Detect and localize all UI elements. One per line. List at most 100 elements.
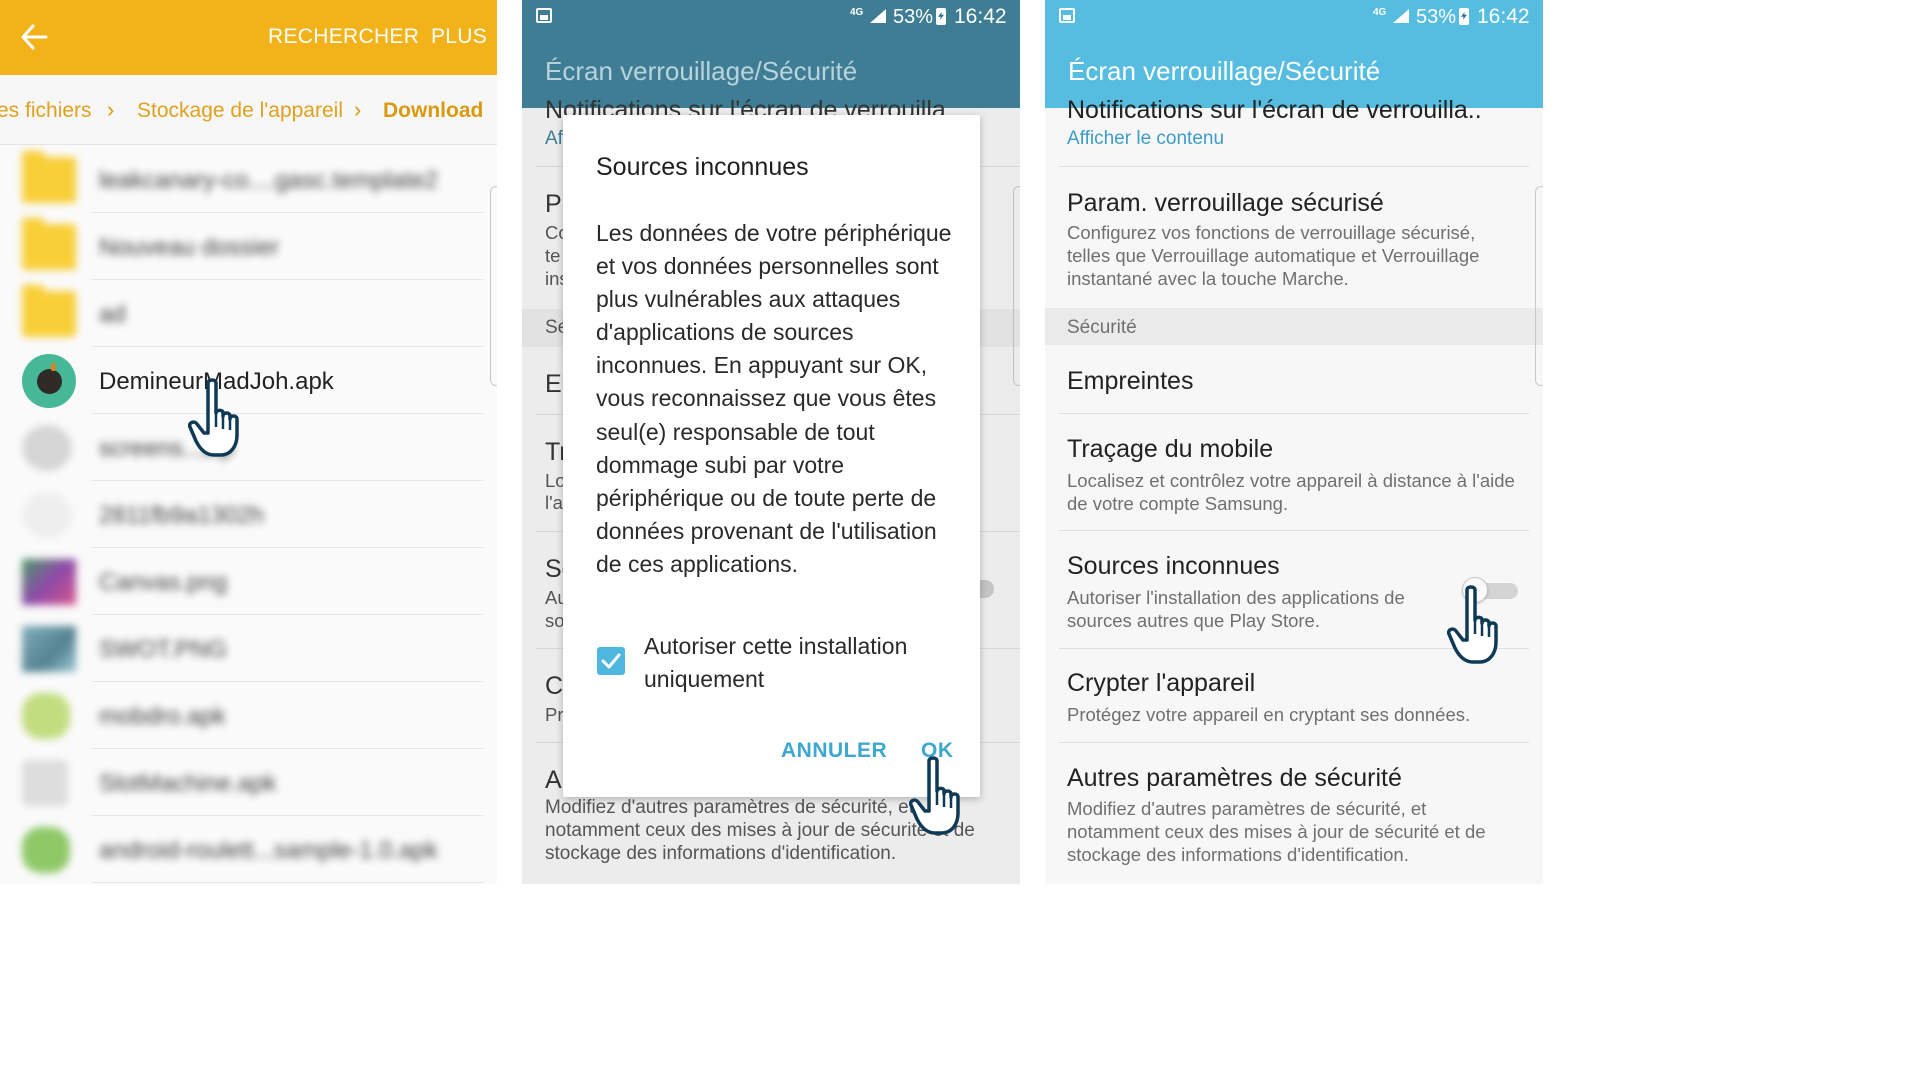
- chevron-right-icon: ›: [354, 97, 362, 122]
- page-title: Écran verrouillage/Sécurité: [1068, 56, 1381, 86]
- settings-panel: 4G 53% 16:42 Écran verrouillage/Sécurité…: [1045, 0, 1543, 884]
- setting-title: Sources inconnues: [1067, 552, 1280, 580]
- network-type: 4G: [1373, 7, 1387, 18]
- setting-title: Crypter l'appareil: [1067, 669, 1256, 697]
- list-item[interactable]: android-roulett...sample-1.0.apk: [0, 816, 483, 883]
- bomb-app-icon: [22, 354, 76, 408]
- unknown-sources-dialog: Sources inconnues Les données de votre p…: [563, 115, 980, 797]
- list-item[interactable]: ad: [0, 280, 483, 347]
- app-bar: 4G 53% 16:42 Écran verrouillage/Sécurité: [522, 0, 1020, 108]
- file-name: Canvas.png: [99, 569, 228, 596]
- scrollbar[interactable]: [1013, 186, 1020, 386]
- app-bar: 4G 53% 16:42 Écran verrouillage/Sécurité: [1045, 0, 1543, 108]
- chevron-right-icon: ›: [107, 97, 115, 122]
- section-header: Sécurité: [1045, 308, 1543, 345]
- file-icon: [22, 492, 72, 538]
- setting-fingerprints[interactable]: Empreintes: [1045, 345, 1543, 413]
- setting-subtitle: te: [545, 245, 561, 266]
- back-arrow-icon[interactable]: [18, 20, 50, 54]
- checkmark-icon: [601, 653, 621, 669]
- list-item[interactable]: mobdro.apk: [0, 682, 483, 749]
- setting-other-security[interactable]: Autres paramètres de sécurité Modifiez d…: [1045, 743, 1543, 884]
- battery-charging-icon: [936, 8, 946, 25]
- setting-subtitle: Autoriser l'installation des application…: [1067, 587, 1405, 631]
- archive-file-icon: [22, 425, 72, 471]
- list-item[interactable]: Nouveau dossier: [0, 213, 483, 280]
- file-name: 2811fb9a1302h: [99, 502, 265, 529]
- allow-once-checkbox[interactable]: [597, 647, 625, 675]
- list-item[interactable]: SlotMachine.apk: [0, 749, 483, 816]
- setting-find-my-mobile[interactable]: Traçage du mobile Localisez et contrôlez…: [1045, 414, 1543, 530]
- setting-title: Traçage du mobile: [1067, 435, 1274, 463]
- folder-icon: [22, 218, 76, 270]
- page-title: Écran verrouillage/Sécurité: [545, 56, 858, 86]
- dialog-message: Les données de votre périphérique et vos…: [596, 220, 952, 577]
- breadcrumb-item-download[interactable]: Download: [383, 99, 483, 123]
- status-bar: 4G 53% 16:42: [522, 0, 1020, 32]
- signal-icon: [1393, 9, 1409, 23]
- file-name: Nouveau dossier: [99, 234, 280, 261]
- pointing-hand-cursor-icon: [188, 377, 258, 459]
- clock: 16:42: [1477, 5, 1530, 28]
- setting-lockscreen-notifications[interactable]: Notifications sur l'écran de verrouilla.…: [1045, 96, 1543, 166]
- apk-file-icon: [22, 760, 68, 806]
- file-manager-header: RECHERCHER PLUS: [0, 0, 497, 75]
- scrollbar[interactable]: [1535, 186, 1543, 386]
- android-apk-icon: [22, 693, 70, 739]
- setting-title: Autres paramètres de sécurité: [1067, 764, 1402, 792]
- breadcrumb-item-my-files[interactable]: es fichiers: [0, 99, 92, 123]
- breadcrumb: es fichiers › Stockage de l'appareil › D…: [0, 75, 497, 145]
- status-bar: 4G 53% 16:42: [1045, 0, 1543, 32]
- cancel-button[interactable]: ANNULER: [781, 739, 887, 763]
- file-name: leakcanary-co....gasc.template2: [99, 167, 438, 194]
- file-name: mobdro.apk: [99, 703, 226, 730]
- setting-title: P: [545, 190, 562, 218]
- battery-charging-icon: [1459, 8, 1469, 25]
- image-notification-icon: [536, 8, 552, 23]
- list-item[interactable]: leakcanary-co....gasc.template2: [0, 146, 483, 213]
- image-thumbnail-icon: [22, 559, 76, 605]
- setting-subtitle: Pr: [545, 704, 564, 725]
- dialog-panel: 4G 53% 16:42 Écran verrouillage/Sécurité…: [522, 0, 1020, 884]
- battery-percent: 53%: [893, 6, 934, 28]
- image-notification-icon: [1059, 8, 1075, 23]
- signal-icon: [870, 9, 886, 23]
- setting-subtitle: so: [545, 610, 565, 631]
- file-name: SlotMachine.apk: [99, 770, 277, 797]
- scrollbar[interactable]: [490, 186, 497, 386]
- setting-subtitle: Configurez vos fonctions de verrouillage…: [1067, 222, 1480, 289]
- more-button[interactable]: PLUS: [431, 25, 487, 49]
- list-item[interactable]: Canvas.png: [0, 548, 483, 615]
- file-manager-panel: RECHERCHER PLUS es fichiers › Stockage d…: [0, 0, 497, 884]
- pointing-hand-cursor-icon: [909, 755, 979, 837]
- setting-subtitle: Afficher le contenu: [1067, 128, 1225, 149]
- setting-subtitle: Af: [545, 128, 563, 149]
- clock: 16:42: [954, 5, 1007, 28]
- setting-title: A: [545, 766, 562, 794]
- file-name: android-roulett...sample-1.0.apk: [99, 837, 438, 864]
- battery-percent: 53%: [1416, 6, 1457, 28]
- folder-icon: [22, 285, 76, 337]
- android-apk-icon: [22, 827, 70, 873]
- section-label: Sécurité: [1067, 317, 1137, 338]
- list-item[interactable]: 2811fb9a1302h: [0, 481, 483, 548]
- file-name: ad: [99, 301, 126, 328]
- setting-title: Empreintes: [1067, 367, 1194, 395]
- setting-secure-lock[interactable]: Param. verrouillage sécurisé Configurez …: [1045, 186, 1543, 306]
- setting-subtitle: Localisez et contrôlez votre appareil à …: [1067, 470, 1515, 514]
- checkbox-label[interactable]: Autoriser cette installation uniquement: [644, 630, 954, 696]
- pointing-hand-cursor-icon: [1447, 584, 1517, 666]
- dialog-title: Sources inconnues: [596, 153, 809, 181]
- setting-title: Notifications sur l'écran de verrouilla.…: [1067, 96, 1482, 124]
- file-name: SWOT.PNG: [99, 636, 228, 663]
- breadcrumb-item-device-storage[interactable]: Stockage de l'appareil: [137, 99, 343, 123]
- setting-subtitle: l'a: [545, 492, 563, 513]
- setting-title: C: [545, 672, 564, 700]
- search-button[interactable]: RECHERCHER: [268, 25, 419, 49]
- setting-subtitle: Protégez votre appareil en cryptant ses …: [1067, 704, 1471, 725]
- folder-icon: [22, 151, 76, 203]
- setting-subtitle: Modifiez d'autres paramètres de sécurité…: [1067, 798, 1486, 865]
- network-type: 4G: [850, 7, 864, 18]
- list-item[interactable]: SWOT.PNG: [0, 615, 483, 682]
- setting-title: Param. verrouillage sécurisé: [1067, 189, 1384, 217]
